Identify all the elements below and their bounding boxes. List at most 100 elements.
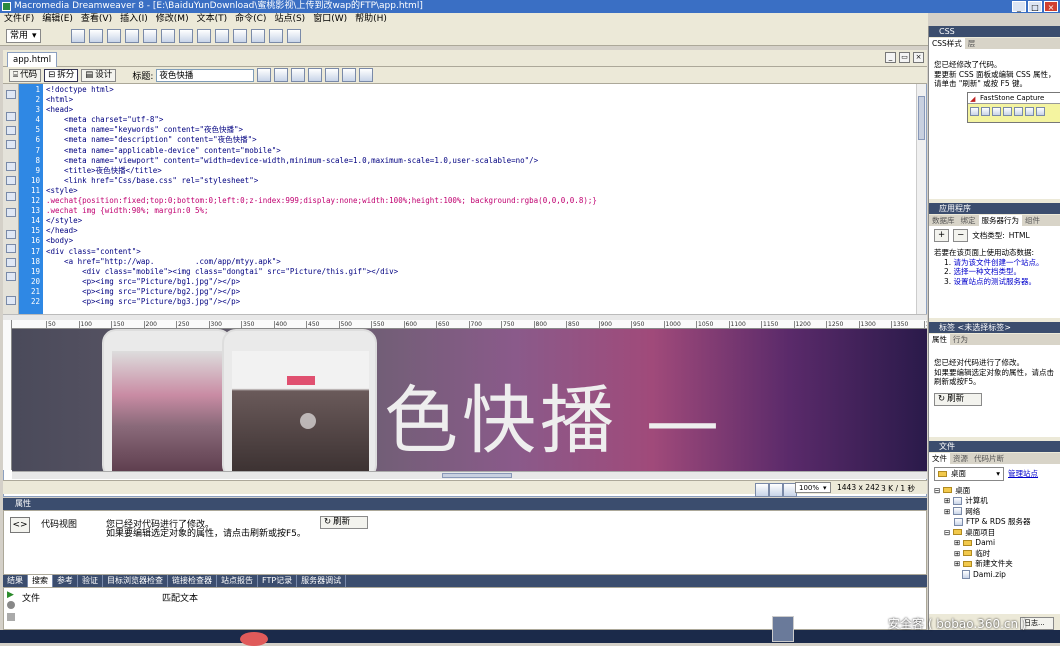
step-2-text[interactable]: 选择一种文档类型。	[954, 267, 1022, 276]
image-icon[interactable]	[160, 28, 175, 43]
capture-scroll-icon[interactable]	[1025, 107, 1034, 116]
tab-assets[interactable]: 资源	[950, 453, 971, 464]
insert-category-dropdown[interactable]: 常用 ▾	[6, 28, 41, 43]
tab-snippets[interactable]: 代码片断	[971, 453, 1007, 464]
view-options-icon[interactable]	[342, 68, 357, 82]
select-tool-icon[interactable]	[755, 483, 769, 497]
tab-target-browser-check[interactable]: 目标浏览器检查	[103, 575, 168, 587]
split-view-button[interactable]: ⊟ 拆分	[44, 68, 79, 82]
capture-rect-icon[interactable]	[992, 107, 1001, 116]
manage-sites-link[interactable]: 管理站点	[1008, 469, 1038, 479]
maximize-button[interactable]: □	[1028, 1, 1042, 12]
properties-panel-header[interactable]: 属性	[3, 498, 927, 510]
tree-ftp[interactable]: FTP & RDS 服务器	[934, 517, 1056, 528]
code-line[interactable]: </style>	[46, 216, 916, 226]
tab-link-checker[interactable]: 链接检查器	[168, 575, 217, 587]
tab-layers[interactable]: 层	[965, 38, 979, 49]
design-view-button[interactable]: ▤ 设计	[81, 68, 117, 82]
avatar[interactable]	[772, 616, 794, 642]
minimize-button[interactable]: _	[1012, 1, 1026, 12]
scrollbar-thumb[interactable]	[918, 96, 925, 140]
code-line[interactable]: <meta name="keywords" content="夜色快播">	[46, 125, 916, 135]
remove-behavior-button[interactable]: −	[953, 229, 969, 242]
tab-databases[interactable]: 数据库	[929, 215, 958, 226]
email-link-icon[interactable]	[88, 28, 103, 43]
apply-comment-icon[interactable]	[6, 230, 16, 239]
code-line[interactable]: <meta charset="utf-8">	[46, 115, 916, 125]
document-title-input[interactable]	[156, 68, 255, 82]
step-1-text[interactable]: 请为该文件创建一个站点。	[954, 258, 1044, 267]
menu-window[interactable]: 窗口(W)	[309, 13, 351, 26]
tree-desktop[interactable]: ⊟ 桌面	[934, 485, 1056, 496]
tab-server-behaviors[interactable]: 服务器行为	[978, 215, 1022, 226]
recent-snippets-icon[interactable]	[6, 272, 16, 281]
hyperlink-icon[interactable]	[70, 28, 85, 43]
code-line[interactable]: <style>	[46, 186, 916, 196]
capture-settings-icon[interactable]	[1036, 107, 1045, 116]
code-line[interactable]: <p><img src="Picture/bg2.jpg"/></p>	[46, 287, 916, 297]
balance-braces-icon[interactable]	[6, 176, 16, 185]
code-line[interactable]: <meta name="viewport" content="width=dev…	[46, 156, 916, 166]
document-tab[interactable]: app.html	[7, 52, 58, 67]
tab-site-reports[interactable]: 站点报告	[217, 575, 258, 587]
code-line[interactable]: <a href="http://wap. .com/app/mtyy.apk">	[46, 257, 916, 267]
play-icon[interactable]: ▶	[7, 590, 14, 600]
capture-fullscreen-icon[interactable]	[1014, 107, 1023, 116]
capture-object-icon[interactable]	[981, 107, 990, 116]
tag-chooser-icon[interactable]	[286, 28, 301, 43]
tab-components[interactable]: 组件	[1022, 215, 1043, 226]
tab-css-styles[interactable]: CSS样式	[929, 38, 965, 49]
layer-icon[interactable]	[142, 28, 157, 43]
tab-ftp-log[interactable]: FTP记录	[258, 575, 298, 587]
step-3-text[interactable]: 设置站点的测试服务器。	[954, 277, 1037, 286]
tag-inspector-header[interactable]: 标签 <未选择标签>	[929, 322, 1060, 333]
column-matched-text[interactable]: 匹配文本	[162, 591, 198, 604]
file-management-icon[interactable]	[257, 68, 272, 82]
tab-reference[interactable]: 参考	[53, 575, 78, 587]
tab-behaviors[interactable]: 行为	[950, 334, 971, 345]
script-icon[interactable]	[250, 28, 265, 43]
results-panel-title[interactable]: 结果	[3, 575, 28, 587]
files-panel-header[interactable]: 文件	[929, 441, 1060, 452]
faststone-capture-toolbar[interactable]: ◢ FastStone Capture	[967, 92, 1060, 123]
doc-close-button[interactable]: ×	[913, 52, 924, 63]
taskbar-app-icon[interactable]	[240, 632, 268, 646]
collapse-tag-icon[interactable]	[6, 112, 16, 121]
application-panel-header[interactable]: 应用程序	[929, 203, 1060, 214]
menu-commands[interactable]: 命令(C)	[231, 13, 270, 26]
code-line[interactable]: <meta name="description" content="夜色快播">	[46, 135, 916, 145]
tag-refresh-button[interactable]: ↻ 刷新	[934, 392, 982, 406]
tab-bindings[interactable]: 绑定	[958, 215, 979, 226]
debug-browser-icon[interactable]	[291, 68, 306, 82]
tab-files[interactable]: 文件	[929, 453, 950, 464]
tree-dami[interactable]: ⊞ Dami	[934, 538, 1056, 549]
site-location-dropdown[interactable]: 桌面 ▾	[934, 467, 1004, 481]
tree-computer[interactable]: ⊞ 计算机	[934, 496, 1056, 507]
properties-refresh-button[interactable]: ↻ 刷新	[320, 516, 368, 529]
code-line[interactable]: <div class="mobile"><img class="dongtai"…	[46, 267, 916, 277]
code-line[interactable]: .wechat{position:fixed;top:0;bottom:0;le…	[46, 196, 916, 206]
add-behavior-button[interactable]: +	[934, 229, 950, 242]
zoom-dropdown[interactable]: 100% ▾	[795, 482, 831, 493]
more-info-icon[interactable]	[7, 613, 15, 621]
design-scroll-thumb[interactable]	[442, 473, 512, 478]
refresh-design-icon[interactable]	[325, 68, 340, 82]
doc-minimize-button[interactable]: _	[885, 52, 896, 63]
visual-aids-icon[interactable]	[359, 68, 374, 82]
code-view-button[interactable]: ⌸ 代码	[9, 68, 42, 82]
collapse-selection-icon[interactable]	[6, 126, 16, 135]
menu-insert[interactable]: 插入(I)	[116, 13, 152, 26]
tab-attributes[interactable]: 属性	[929, 334, 950, 345]
code-line[interactable]: <title>夜色快播</title>	[46, 166, 916, 176]
menu-text[interactable]: 文本(T)	[193, 13, 232, 26]
wrap-tag-icon[interactable]	[6, 258, 16, 267]
menu-edit[interactable]: 编辑(E)	[38, 13, 77, 26]
preview-browser-icon[interactable]	[274, 68, 289, 82]
doc-restore-button[interactable]: ▭	[899, 52, 910, 63]
code-line[interactable]: </head>	[46, 226, 916, 236]
line-numbers-icon[interactable]	[6, 192, 16, 201]
code-line[interactable]: <p><img src="Picture/bg3.jpg"/></p>	[46, 297, 916, 307]
tree-dami-zip[interactable]: Dami.zip	[934, 569, 1056, 580]
code-line[interactable]: <head>	[46, 105, 916, 115]
capture-freehand-icon[interactable]	[1003, 107, 1012, 116]
